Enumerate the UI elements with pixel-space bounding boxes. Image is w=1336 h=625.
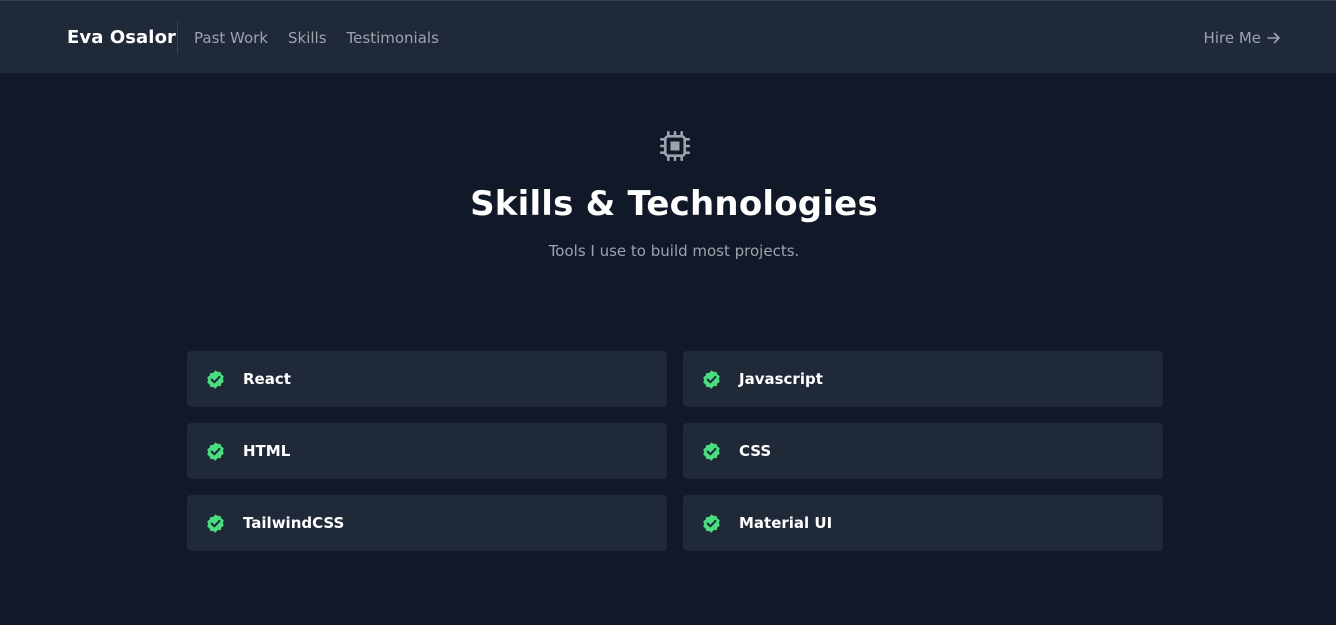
nav-link-past-work[interactable]: Past Work — [194, 28, 268, 48]
nav-link-testimonials[interactable]: Testimonials — [347, 28, 439, 48]
hire-me-label: Hire Me — [1203, 29, 1261, 47]
navbar: Eva Osalor Past Work Skills Testimonials… — [0, 0, 1336, 73]
skill-card-css: CSS — [683, 423, 1163, 479]
skill-label: CSS — [739, 442, 772, 460]
arrow-right-icon — [1267, 32, 1280, 44]
hire-me-link[interactable]: Hire Me — [1204, 28, 1282, 48]
check-badge-icon — [207, 513, 224, 533]
skill-label: React — [243, 370, 291, 388]
brand-name[interactable]: Eva Osalor — [67, 27, 176, 49]
check-badge-icon — [703, 513, 720, 533]
skill-label: HTML — [243, 442, 291, 460]
skill-card-tailwindcss: TailwindCSS — [187, 495, 667, 551]
skill-label: TailwindCSS — [243, 514, 345, 532]
section-title: Skills & Technologies — [470, 184, 878, 224]
skill-card-javascript: Javascript — [683, 351, 1163, 407]
nav-links: Past Work Skills Testimonials — [194, 28, 439, 48]
nav-divider — [177, 21, 178, 54]
check-badge-icon — [207, 369, 224, 389]
skill-card-material-ui: Material UI — [683, 495, 1163, 551]
check-badge-icon — [207, 441, 224, 461]
skill-label: Material UI — [739, 514, 833, 532]
chip-icon — [660, 131, 690, 161]
section-subtitle: Tools I use to build most projects. — [548, 242, 800, 260]
check-badge-icon — [703, 441, 720, 461]
nav-link-skills[interactable]: Skills — [288, 28, 327, 48]
skill-card-html: HTML — [187, 423, 667, 479]
check-badge-icon — [703, 369, 720, 389]
skill-label: Javascript — [739, 370, 823, 388]
skill-card-react: React — [187, 351, 667, 407]
skills-grid: React Javascript HTML CSS TailwindCSS Ma… — [187, 351, 1163, 551]
